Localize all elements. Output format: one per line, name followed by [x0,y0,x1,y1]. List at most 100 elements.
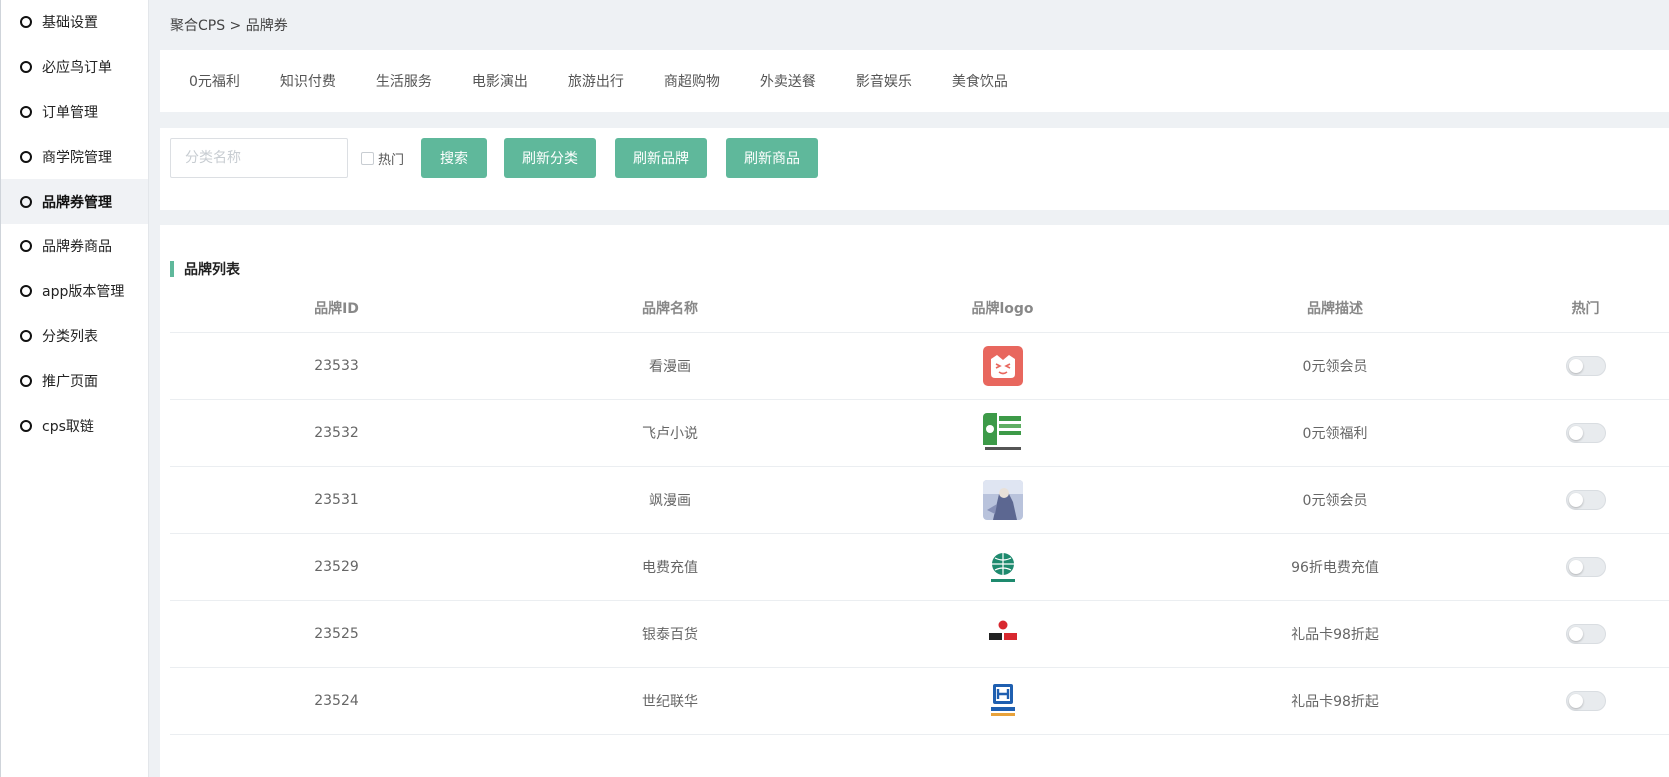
column-header-brand-name: 品牌名称 [642,300,698,317]
sidebar-item-label: 基础设置 [42,15,98,32]
category-tab-zero-yuan[interactable]: 0元福利 [189,71,240,91]
hot-toggle[interactable] [1565,557,1606,577]
category-name-input[interactable] [170,138,348,178]
hot-toggle[interactable] [1565,356,1606,376]
sidebar-item-label: 商学院管理 [42,149,112,166]
hot-toggle-cell [1502,423,1669,443]
hot-toggle-cell [1502,490,1669,510]
brand-desc-cell: 0元领会员 [1302,359,1368,375]
category-tab-travel[interactable]: 旅游出行 [568,71,624,91]
brand-name-cell: 电费充值 [642,560,698,576]
column-header-brand-desc: 品牌描述 [1307,300,1363,317]
brand-desc-cell: 礼品卡98折起 [1291,627,1379,643]
brand-logo-cell [837,681,1168,721]
brand-list-title: 品牌列表 [184,262,240,278]
circle-icon [20,285,32,298]
brand-name-cell: 世纪联华 [642,694,698,710]
sidebar: 基础设置 必应鸟订单 订单管理 商学院管理 品牌券管理 品牌券商品 app版本管… [0,0,149,777]
refresh-goods-button[interactable]: 刷新商品 [726,138,818,178]
kanmanhua-logo-icon [982,346,1023,386]
sidebar-item-label: 品牌券商品 [42,239,112,256]
category-tab-life-service[interactable]: 生活服务 [376,71,432,91]
category-tab-supermarket[interactable]: 商超购物 [664,71,720,91]
sidebar-item-order-management[interactable]: 订单管理 [1,90,148,135]
sidebar-item-label: 品牌券管理 [42,194,112,211]
brand-id-cell: 23525 [314,626,359,642]
circle-icon [20,61,32,74]
category-tab-movie[interactable]: 电影演出 [472,71,528,91]
sidebar-item-promotion-page[interactable]: 推广页面 [1,358,148,403]
table-row: 23531 飒漫画 0元领会员 [170,467,1669,534]
refresh-category-button[interactable]: 刷新分类 [504,138,596,178]
hot-toggle-cell [1502,691,1669,711]
brand-id-cell: 23532 [314,425,359,441]
sidebar-item-label: 分类列表 [42,328,98,345]
category-tab-food[interactable]: 美食饮品 [952,71,1008,91]
hot-checkbox-label: 热门 [378,152,405,168]
search-button[interactable]: 搜索 [421,138,487,178]
main-content: 聚合CPS > 品牌券 0元福利 知识付费 生活服务 电影演出 旅游出行 商超购… [160,0,1669,777]
sidebar-item-cps-link[interactable]: cps取链 [1,403,148,448]
section-title: 品牌列表 [170,261,240,278]
table-row: 23532 飞卢小说 0元领福利 [170,400,1669,467]
hot-toggle-cell [1502,356,1669,376]
brand-desc-cell: 礼品卡98折起 [1291,694,1379,710]
brand-logo-cell [837,614,1168,654]
sidebar-item-brand-coupon-management[interactable]: 品牌券管理 [1,179,148,224]
samanhua-logo-icon [982,480,1023,520]
toggle-knob [1568,694,1583,708]
feilu-logo-icon [982,413,1023,453]
brand-desc-cell: 0元领福利 [1302,426,1368,442]
hot-toggle[interactable] [1565,490,1606,510]
brand-name-cell: 飞卢小说 [642,426,698,442]
category-tab-knowledge[interactable]: 知识付费 [280,71,336,91]
checkbox-icon[interactable] [361,151,374,165]
brand-id-cell: 23524 [314,693,359,709]
toggle-knob [1568,426,1583,440]
sidebar-item-label: 必应鸟订单 [42,60,112,77]
column-header-brand-id: 品牌ID [314,300,359,317]
circle-icon [20,240,32,253]
brand-list-panel: 品牌列表 品牌ID 品牌名称 品牌logo 品牌描述 热门 23533 看漫画 [160,225,1669,777]
sidebar-item-brand-coupon-goods[interactable]: 品牌券商品 [1,224,148,269]
century-mart-logo-icon [982,681,1023,721]
state-grid-logo-icon [982,547,1023,587]
circle-icon [20,419,32,432]
brand-id-cell: 23533 [314,358,359,374]
hot-toggle[interactable] [1565,423,1606,443]
circle-icon [20,16,32,29]
category-tab-takeout[interactable]: 外卖送餐 [760,71,816,91]
brand-logo-cell [837,346,1168,386]
brand-logo-cell [837,547,1168,587]
table-row: 23533 看漫画 0元领会员 [170,333,1669,400]
column-header-hot: 热门 [1571,300,1600,317]
hot-toggle[interactable] [1565,624,1606,644]
brand-desc-cell: 0元领会员 [1302,493,1368,509]
brand-name-cell: 看漫画 [649,359,691,375]
hot-checkbox[interactable]: 热门 [361,138,404,178]
circle-icon [20,329,32,342]
toggle-knob [1568,359,1583,373]
brand-logo-cell [837,480,1168,520]
table-row: 23524 世纪联华 礼品卡98折起 [170,668,1669,735]
sidebar-item-app-version[interactable]: app版本管理 [1,269,148,314]
yintai-logo-icon [982,614,1023,654]
hot-toggle[interactable] [1565,691,1606,711]
brand-logo-cell [837,413,1168,453]
title-accent-bar [170,261,174,277]
column-header-brand-logo: 品牌logo [971,300,1034,317]
sidebar-item-category-list[interactable]: 分类列表 [1,314,148,359]
sidebar-item-biyingniao-orders[interactable]: 必应鸟订单 [1,45,148,90]
brand-desc-cell: 96折电费充值 [1291,560,1379,576]
sidebar-item-label: 订单管理 [42,104,98,121]
hot-toggle-cell [1502,624,1669,644]
sidebar-item-label: app版本管理 [42,284,125,301]
sidebar-item-academy-management[interactable]: 商学院管理 [1,134,148,179]
brand-name-cell: 银泰百货 [642,627,698,643]
sidebar-item-basic-settings[interactable]: 基础设置 [1,0,148,45]
category-tab-entertainment[interactable]: 影音娱乐 [856,71,912,91]
brand-name-cell: 飒漫画 [649,493,691,509]
refresh-brand-button[interactable]: 刷新品牌 [615,138,707,178]
sidebar-item-label: 推广页面 [42,373,98,390]
brand-id-cell: 23531 [314,492,359,508]
